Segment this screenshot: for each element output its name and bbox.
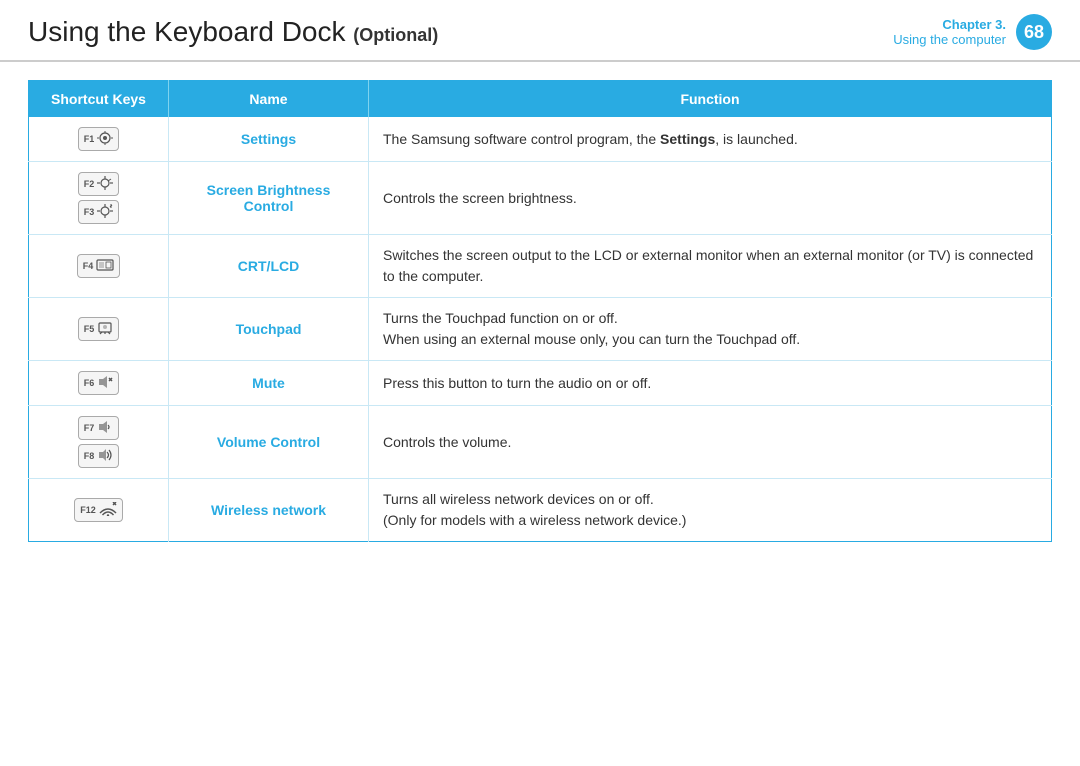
- key-box: F5: [78, 317, 120, 341]
- key-box: F1: [78, 127, 120, 151]
- table-row: F1 SettingsThe Samsung software control p…: [29, 117, 1052, 162]
- shortcut-key-cell: F7F8: [29, 406, 169, 479]
- key-box: F12: [74, 498, 123, 522]
- name-cell: Wireless network: [169, 479, 369, 542]
- key-box: F4: [77, 254, 121, 278]
- table-row: F12 Wireless networkTurns all wireless ne…: [29, 479, 1052, 542]
- shortcut-key-cell: F6: [29, 361, 169, 406]
- shortcut-key-cell: F5: [29, 298, 169, 361]
- function-cell: Switches the screen output to the LCD or…: [369, 235, 1052, 298]
- main-content: Shortcut Keys Name Function F1 SettingsTh…: [0, 62, 1080, 570]
- name-cell: CRT/LCD: [169, 235, 369, 298]
- function-cell: Controls the volume.: [369, 406, 1052, 479]
- name-cell: Mute: [169, 361, 369, 406]
- function-cell: Turns all wireless network devices on or…: [369, 479, 1052, 542]
- shortcut-key-cell: F1: [29, 117, 169, 162]
- key-icon: [97, 131, 113, 148]
- col-header-shortcut: Shortcut Keys: [29, 81, 169, 118]
- page-header: Using the Keyboard Dock (Optional) Chapt…: [0, 0, 1080, 62]
- key-box: F6: [78, 371, 120, 395]
- page-number-badge: 68: [1016, 14, 1052, 50]
- shortcut-keys-table: Shortcut Keys Name Function F1 SettingsTh…: [28, 80, 1052, 542]
- col-header-name: Name: [169, 81, 369, 118]
- function-cell: The Samsung software control program, th…: [369, 117, 1052, 162]
- table-row: F6 MutePress this button to turn the audi…: [29, 361, 1052, 406]
- key-icon: [97, 375, 113, 392]
- key-box: F8: [78, 444, 120, 468]
- name-cell: Volume Control: [169, 406, 369, 479]
- key-icon: [99, 502, 117, 519]
- name-cell: Settings: [169, 117, 369, 162]
- key-box: F3: [78, 200, 120, 224]
- table-row: F5 TouchpadTurns the Touchpad function on…: [29, 298, 1052, 361]
- shortcut-key-cell: F4: [29, 235, 169, 298]
- page-title: Using the Keyboard Dock (Optional): [28, 16, 438, 48]
- chapter-info: Chapter 3. Using the computer 68: [893, 14, 1052, 50]
- name-cell: Touchpad: [169, 298, 369, 361]
- function-cell: Turns the Touchpad function on or off.Wh…: [369, 298, 1052, 361]
- key-icon: [96, 259, 114, 274]
- key-icon: [97, 420, 113, 437]
- shortcut-key-cell: F12: [29, 479, 169, 542]
- col-header-function: Function: [369, 81, 1052, 118]
- shortcut-key-cell: F2F3: [29, 162, 169, 235]
- name-cell: Screen Brightness Control: [169, 162, 369, 235]
- table-row: F7F8Volume ControlControls the volume.: [29, 406, 1052, 479]
- key-icon: [97, 176, 113, 193]
- key-icon: [97, 204, 113, 221]
- table-row: F4 CRT/LCDSwitches the screen output to t…: [29, 235, 1052, 298]
- function-cell: Press this button to turn the audio on o…: [369, 361, 1052, 406]
- key-box: F7: [78, 416, 120, 440]
- key-icon: [97, 448, 113, 465]
- table-row: F2F3Screen Brightness ControlControls th…: [29, 162, 1052, 235]
- function-cell: Controls the screen brightness.: [369, 162, 1052, 235]
- key-box: F2: [78, 172, 120, 196]
- key-icon: [97, 321, 113, 338]
